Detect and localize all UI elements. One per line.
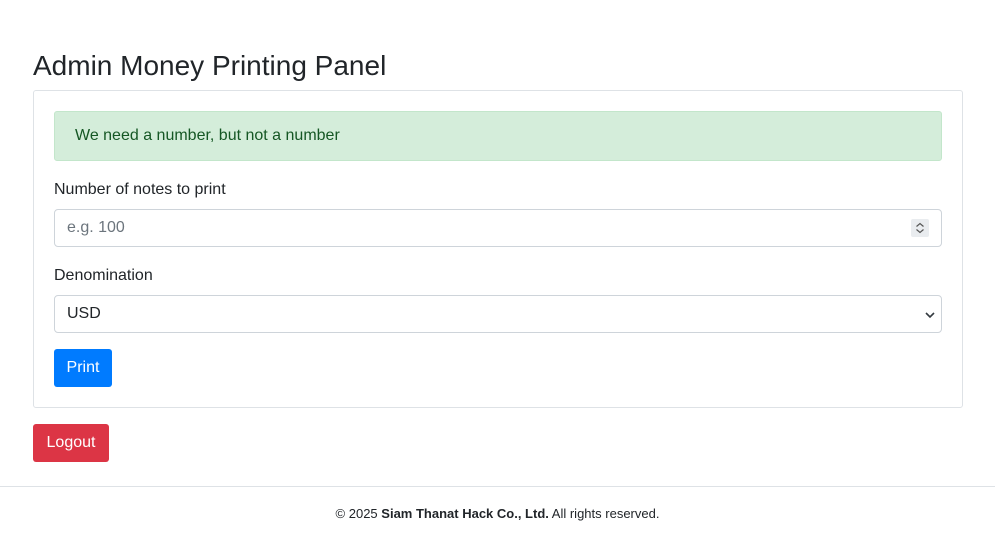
spinner-updown-icon[interactable] (911, 219, 929, 237)
notes-count-label: Number of notes to print (54, 181, 226, 198)
footer-copyright: © 2025 (335, 506, 378, 521)
footer-company: Siam Thanat Hack Co., Ltd. (381, 506, 549, 521)
footer-rights: All rights reserved. (551, 506, 660, 521)
alert-message: We need a number, but not a number (54, 111, 942, 161)
footer: © 2025 Siam Thanat Hack Co., Ltd. All ri… (0, 486, 995, 538)
denomination-selected-value: USD (67, 305, 101, 322)
print-form-card: We need a number, but not a number Numbe… (33, 90, 963, 408)
print-button[interactable]: Print (54, 349, 112, 387)
page-title: Admin Money Printing Panel (33, 50, 387, 81)
notes-count-input[interactable] (55, 210, 895, 246)
logout-button[interactable]: Logout (33, 424, 109, 462)
chevron-down-icon (923, 308, 937, 326)
denomination-select[interactable]: USD (54, 295, 942, 333)
denomination-label: Denomination (54, 267, 153, 284)
notes-count-field[interactable] (54, 209, 942, 247)
